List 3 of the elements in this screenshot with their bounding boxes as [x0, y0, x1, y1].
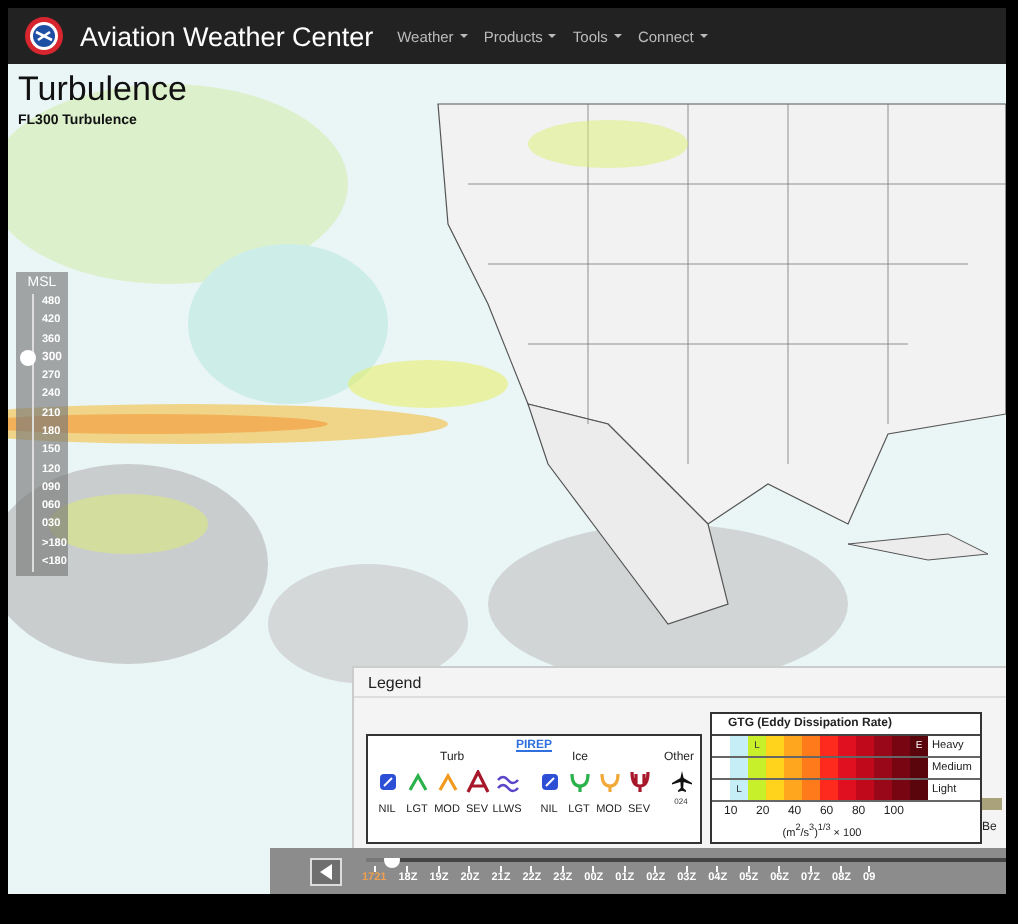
- legend-title: Legend: [368, 673, 422, 691]
- page-title: Turbulence: [18, 70, 187, 110]
- site-title[interactable]: Aviation Weather Center: [80, 21, 374, 51]
